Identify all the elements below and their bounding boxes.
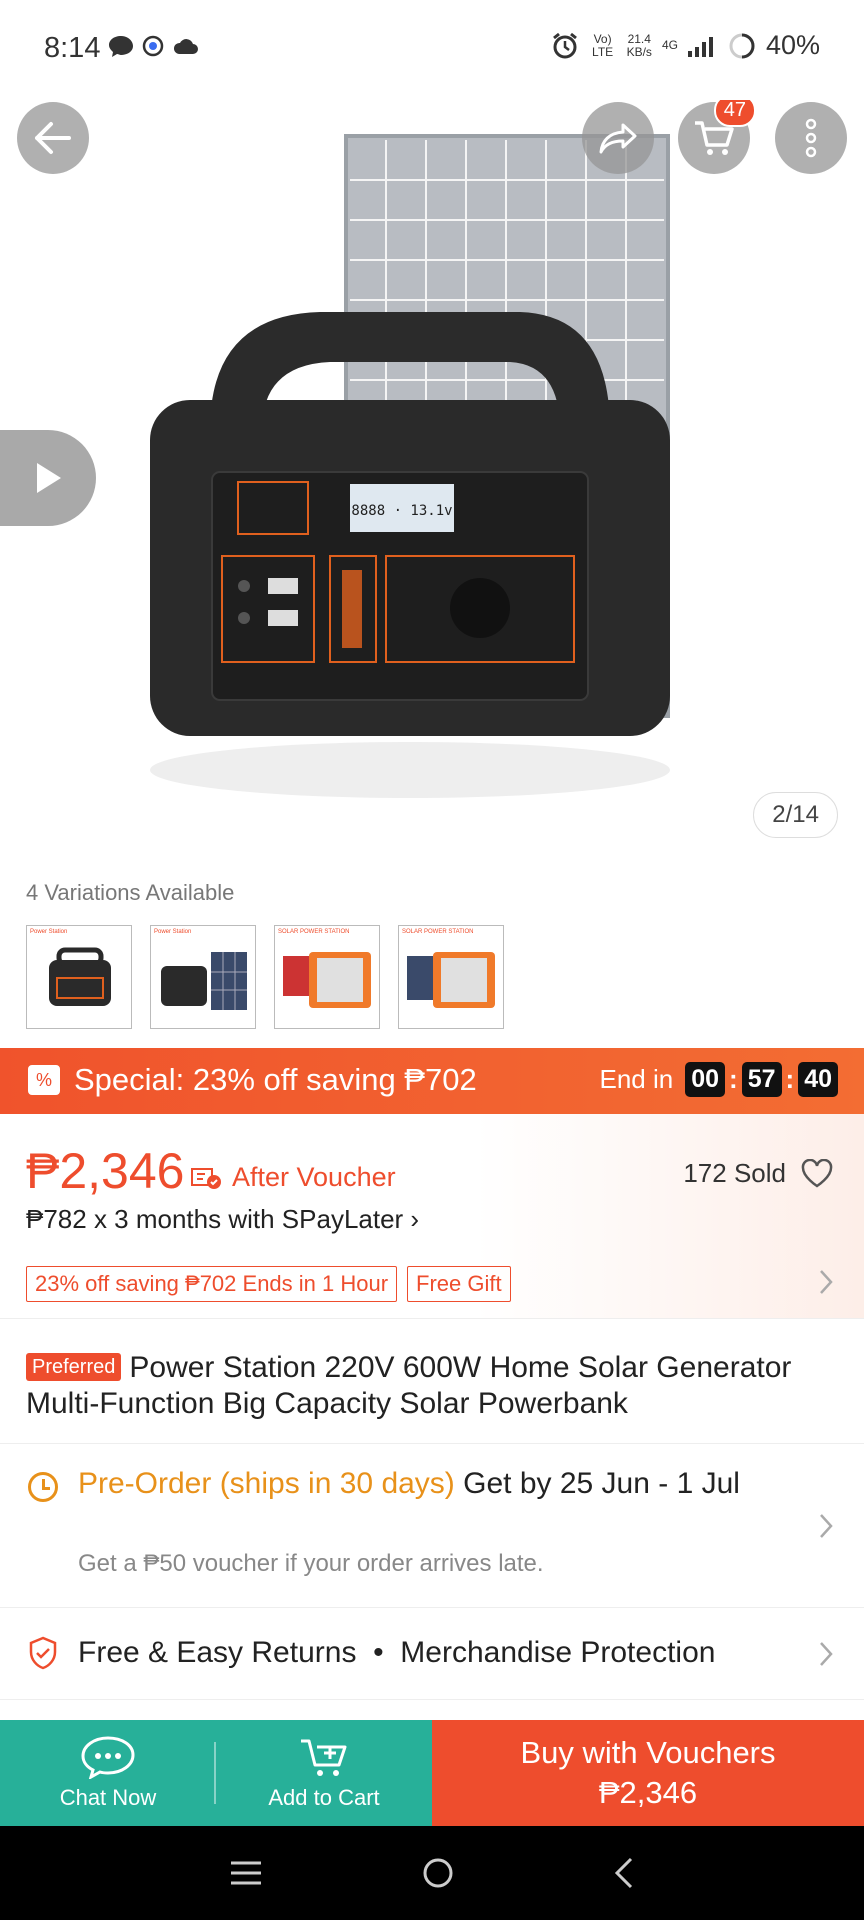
countdown-minutes: 57 xyxy=(741,1062,782,1097)
special-offer-banner: % Special: 23% off saving ₱702 End in 00… xyxy=(0,1048,864,1114)
variation-image xyxy=(161,952,247,1010)
chevron-right-icon xyxy=(820,1270,833,1294)
after-voucher-label: After Voucher xyxy=(232,1162,396,1192)
sold-count: 172 Sold xyxy=(683,1158,786,1188)
cart-count-badge: 47 xyxy=(713,100,756,127)
preferred-badge: Preferred xyxy=(26,1353,122,1381)
shipping-section[interactable]: Pre-Order (ships in 30 days) Get by 25 J… xyxy=(0,1444,864,1608)
variation-image xyxy=(283,952,371,1008)
variations-label: 4 Variations Available xyxy=(26,880,235,905)
discount-tag: 23% off saving ₱702 Ends in 1 Hour xyxy=(26,1266,398,1302)
countdown-seconds: 40 xyxy=(798,1062,838,1097)
more-vertical-icon xyxy=(805,118,817,158)
chat-now-button[interactable]: Chat Now xyxy=(0,1720,216,1826)
chat-icon xyxy=(81,1736,135,1779)
add-cart-icon xyxy=(301,1739,347,1776)
share-icon xyxy=(599,123,637,154)
late-voucher-note: Get a ₱50 voucher if your order arrives … xyxy=(78,1550,544,1577)
lte-indicator: Vo) LTE xyxy=(592,31,614,59)
special-offer-text: Special: 23% off saving ₱702 xyxy=(74,1062,477,1097)
free-gift-tag: Free Gift xyxy=(407,1266,511,1302)
bottom-action-bar: Chat Now Add to Cart Buy with Vouchers ₱… xyxy=(0,1720,864,1826)
arrow-left-icon xyxy=(35,122,71,154)
chevron-right-icon xyxy=(820,1642,833,1666)
add-to-cart-button[interactable]: Add to Cart xyxy=(216,1720,432,1826)
chat-bubble-icon xyxy=(109,36,133,57)
app-notification-icon xyxy=(142,35,164,57)
product-image: 8888 · 13.1v xyxy=(150,134,670,798)
chat-now-label: Chat Now xyxy=(59,1785,157,1810)
product-price: ₱2,346 xyxy=(26,1143,185,1199)
buy-price: ₱2,346 xyxy=(598,1775,698,1810)
countdown-hours: 00 xyxy=(685,1062,726,1097)
variation-thumbnail[interactable]: Power Station xyxy=(150,925,256,1029)
image-page-indicator: 2/14 xyxy=(753,792,838,838)
variation-image xyxy=(407,952,495,1008)
product-image-gallery[interactable]: 8888 · 13.1v 47 2/14 xyxy=(0,100,864,870)
buy-label: Buy with Vouchers xyxy=(520,1735,776,1770)
more-options-button[interactable] xyxy=(775,102,847,174)
price-section[interactable]: ₱2,346 After Voucher 172 Sold ₱782 x 3 m… xyxy=(0,1114,864,1318)
preorder-label: Pre-Order (ships in 30 days) xyxy=(78,1467,455,1500)
product-title-section: Preferred Power Station 220V 600W Home So… xyxy=(0,1318,864,1444)
svg-text:8888 · 13.1v: 8888 · 13.1v xyxy=(351,503,452,519)
add-to-cart-label: Add to Cart xyxy=(268,1785,380,1810)
cloud-icon xyxy=(173,39,198,54)
discount-icon: % xyxy=(28,1065,60,1095)
system-navigation-bar xyxy=(0,1826,864,1920)
network-type: 4G xyxy=(661,38,678,52)
returns-section[interactable]: Free & Easy Returns • Merchandise Protec… xyxy=(0,1608,864,1700)
heart-icon[interactable] xyxy=(800,1158,834,1189)
signal-icon xyxy=(687,36,713,57)
buy-with-vouchers-button[interactable]: Buy with Vouchers ₱2,346 xyxy=(432,1720,864,1826)
chevron-right-icon xyxy=(820,1514,833,1538)
share-button[interactable] xyxy=(582,102,654,174)
battery-icon xyxy=(729,33,755,58)
countdown-timer: End in 00 : 57 : 40 xyxy=(599,1062,838,1097)
network-speed: 21.4 xyxy=(627,31,651,46)
end-in-label: End in xyxy=(599,1064,674,1094)
status-time: 8:14 xyxy=(44,32,101,64)
recent-apps-icon[interactable] xyxy=(229,1860,263,1886)
product-title: Power Station 220V 600W Home Solar Gener… xyxy=(26,1351,792,1420)
status-bar: 8:14 Vo) LTE 21.4 KB/s 4G 40% xyxy=(0,0,864,100)
spaylater-installment[interactable]: ₱782 x 3 months with SPayLater › xyxy=(26,1204,419,1235)
variation-thumbnail[interactable]: SOLAR POWER STATION xyxy=(274,925,380,1029)
returns-text: Free & Easy Returns • Merchandise Protec… xyxy=(78,1636,716,1669)
play-icon xyxy=(37,463,61,493)
variation-thumbnail[interactable]: SOLAR POWER STATION xyxy=(398,925,504,1029)
shield-check-icon xyxy=(29,1636,57,1670)
back-nav-icon[interactable] xyxy=(613,1856,635,1890)
variation-thumbnail[interactable]: Power Station xyxy=(26,925,132,1029)
cart-button[interactable]: 47 xyxy=(678,100,756,174)
voucher-icon xyxy=(191,1167,221,1189)
back-button[interactable] xyxy=(17,102,89,174)
home-icon[interactable] xyxy=(421,1856,455,1890)
delivery-date: Get by 25 Jun - 1 Jul xyxy=(454,1467,740,1500)
network-speed-unit: KB/s xyxy=(626,44,652,59)
clock-icon xyxy=(28,1472,58,1502)
variations-section: 4 Variations Available Power Station Pow… xyxy=(0,870,864,1048)
battery-percent: 40% xyxy=(765,30,820,60)
variation-image xyxy=(49,947,111,1006)
alarm-icon xyxy=(552,32,577,58)
play-video-button[interactable] xyxy=(0,430,96,526)
